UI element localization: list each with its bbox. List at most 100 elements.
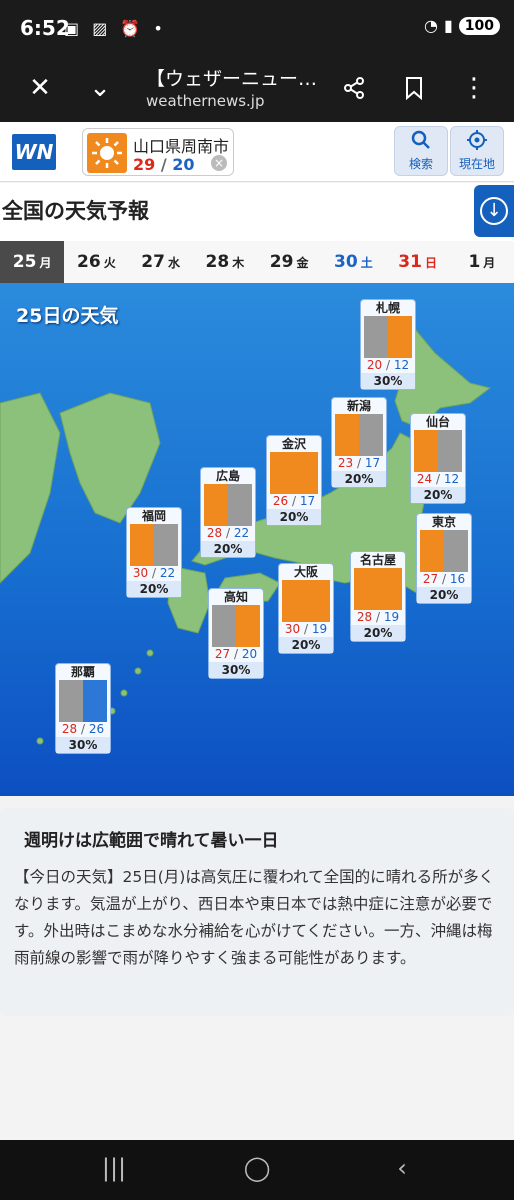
temp-separator: / bbox=[300, 622, 312, 636]
date-tab-day: 28 bbox=[205, 252, 230, 272]
browser-url[interactable]: weathernews.jp bbox=[146, 92, 264, 110]
city-name: 大阪 bbox=[293, 565, 318, 579]
search-button[interactable]: 検索 bbox=[394, 126, 448, 176]
city-name: 東京 bbox=[431, 515, 456, 529]
weathernews-logo[interactable]: WN bbox=[12, 134, 56, 170]
city-temps: 27 / 16 bbox=[417, 572, 471, 587]
city-low: 19 bbox=[383, 610, 400, 624]
date-tab[interactable]: 29 金 bbox=[257, 241, 321, 283]
date-tab-weekday: 月 bbox=[483, 255, 496, 270]
city-forecast-card[interactable]: 名古屋 28 / 19 20% bbox=[350, 551, 406, 642]
system-nav-bar: ||| ◯ ‹ bbox=[0, 1140, 514, 1200]
city-high: 30 bbox=[284, 622, 301, 636]
signal-icon: ▮ bbox=[443, 16, 453, 35]
location-temps: 29 / 20 bbox=[133, 155, 195, 174]
chevron-down-icon[interactable]: ⌄ bbox=[82, 70, 118, 106]
city-precip-chance: 20% bbox=[411, 487, 465, 503]
city-temps: 30 / 19 bbox=[279, 622, 333, 637]
date-tab[interactable]: 27 水 bbox=[129, 241, 193, 283]
map-title: 25日の天気 bbox=[16, 305, 119, 327]
cloud-then-sun-icon bbox=[212, 605, 260, 647]
date-tab[interactable]: 30 土 bbox=[321, 241, 385, 283]
article-box: 週明けは広範囲で晴れて暑い一日 【今日の天気】25日(月)は高気圧に覆われて全国… bbox=[0, 808, 514, 1016]
city-low: 19 bbox=[311, 622, 328, 636]
location-high: 29 bbox=[133, 155, 156, 174]
city-precip-chance: 20% bbox=[351, 625, 405, 641]
city-low: 20 bbox=[241, 647, 258, 661]
city-precip-chance: 20% bbox=[332, 471, 386, 487]
city-precip-chance: 30% bbox=[209, 662, 263, 678]
city-forecast-card[interactable]: 那覇 28 / 26 30% bbox=[55, 663, 111, 754]
temp-separator: / bbox=[432, 472, 444, 486]
city-low: 17 bbox=[364, 456, 381, 470]
city-high: 20 bbox=[366, 358, 383, 372]
city-high: 23 bbox=[337, 456, 354, 470]
cloud-then-rain-icon bbox=[59, 680, 107, 722]
date-tab[interactable]: 31 日 bbox=[386, 241, 450, 283]
cloud-then-sun-icon bbox=[364, 316, 412, 358]
arrow-down-icon: ↓ bbox=[480, 197, 508, 225]
city-forecast-card[interactable]: 広島 28 / 22 20% bbox=[200, 467, 256, 558]
city-name: 福岡 bbox=[141, 509, 166, 523]
recent-apps-icon[interactable]: ||| bbox=[94, 1154, 134, 1186]
status-bar: 6:52 ▣ ▨ ⏰ • ◔ ▮ 100 bbox=[0, 0, 514, 56]
city-name: 札幌 bbox=[375, 301, 400, 315]
date-tab-day: 25 bbox=[12, 252, 37, 272]
temp-separator: / bbox=[372, 610, 384, 624]
city-name: 那覇 bbox=[70, 665, 95, 679]
city-forecast-card[interactable]: 仙台 24 / 12 20% bbox=[410, 413, 466, 504]
date-tab[interactable]: 26 火 bbox=[64, 241, 128, 283]
city-high: 28 bbox=[356, 610, 373, 624]
more-menu-icon[interactable]: ⋮ bbox=[456, 70, 492, 106]
article-body: 【今日の天気】25日(月)は高気圧に覆われて全国的に晴れる所が多くなります。気温… bbox=[14, 868, 495, 967]
date-tabs: 25 月 26 火 27 水 28 木 29 金 30 土 31 日 1 月 bbox=[0, 241, 514, 283]
city-forecast-card[interactable]: 東京 27 / 16 20% bbox=[416, 513, 472, 604]
back-icon[interactable]: ‹ bbox=[382, 1154, 422, 1186]
share-icon[interactable] bbox=[336, 70, 372, 106]
scroll-down-button[interactable]: ↓ bbox=[474, 185, 514, 237]
city-forecast-card[interactable]: 高知 27 / 20 30% bbox=[208, 588, 264, 679]
home-icon[interactable]: ◯ bbox=[237, 1154, 277, 1186]
temp-separator: / bbox=[77, 722, 89, 736]
date-tab-day: 26 bbox=[77, 252, 101, 272]
date-tab-weekday: 土 bbox=[360, 255, 373, 270]
sun-icon bbox=[354, 568, 402, 610]
notification-icons: ▣ ▨ ⏰ • bbox=[64, 19, 167, 38]
city-temps: 28 / 26 bbox=[56, 722, 110, 737]
date-tab-weekday: 火 bbox=[103, 255, 116, 270]
city-name: 広島 bbox=[215, 469, 240, 483]
city-forecast-card[interactable]: 大阪 30 / 19 20% bbox=[278, 563, 334, 654]
temp-separator: / bbox=[148, 566, 160, 580]
city-precip-chance: 30% bbox=[56, 737, 110, 753]
sun-then-cloud-icon bbox=[204, 484, 252, 526]
city-high: 26 bbox=[272, 494, 289, 508]
city-forecast-card[interactable]: 札幌 20 / 12 30% bbox=[360, 299, 416, 390]
city-name: 金沢 bbox=[281, 437, 306, 451]
city-forecast-card[interactable]: 福岡 30 / 22 20% bbox=[126, 507, 182, 598]
city-forecast-card[interactable]: 新潟 23 / 17 20% bbox=[331, 397, 387, 488]
city-low: 12 bbox=[393, 358, 410, 372]
article-headline: 週明けは広範囲で晴れて暑い一日 bbox=[24, 831, 279, 851]
city-high: 27 bbox=[422, 572, 439, 586]
temp-separator: / bbox=[222, 526, 234, 540]
city-precip-chance: 30% bbox=[361, 373, 415, 389]
date-tab-weekday: 日 bbox=[424, 255, 437, 270]
temp-separator: / bbox=[353, 456, 365, 470]
city-temps: 20 / 12 bbox=[361, 358, 415, 373]
clear-location-icon[interactable]: × bbox=[211, 155, 227, 171]
city-forecast-card[interactable]: 金沢 26 / 17 20% bbox=[266, 435, 322, 526]
bookmark-icon[interactable] bbox=[396, 70, 432, 106]
location-box[interactable]: 山口県周南市 29 / 20 × bbox=[82, 128, 234, 176]
clock: 6:52 bbox=[20, 16, 70, 40]
date-tab[interactable]: 1月 bbox=[450, 241, 514, 283]
date-tab-day: 30 bbox=[334, 252, 358, 272]
location-name: 山口県周南市 bbox=[133, 137, 230, 156]
date-tab[interactable]: 28 木 bbox=[193, 241, 257, 283]
close-icon[interactable]: ✕ bbox=[22, 70, 58, 106]
city-name: 新潟 bbox=[346, 399, 371, 413]
current-location-button[interactable]: 現在地 bbox=[450, 126, 504, 176]
date-tab[interactable]: 25 月 bbox=[0, 241, 65, 283]
sun-icon bbox=[87, 133, 127, 173]
city-temps: 28 / 19 bbox=[351, 610, 405, 625]
search-label: 検索 bbox=[408, 157, 433, 171]
